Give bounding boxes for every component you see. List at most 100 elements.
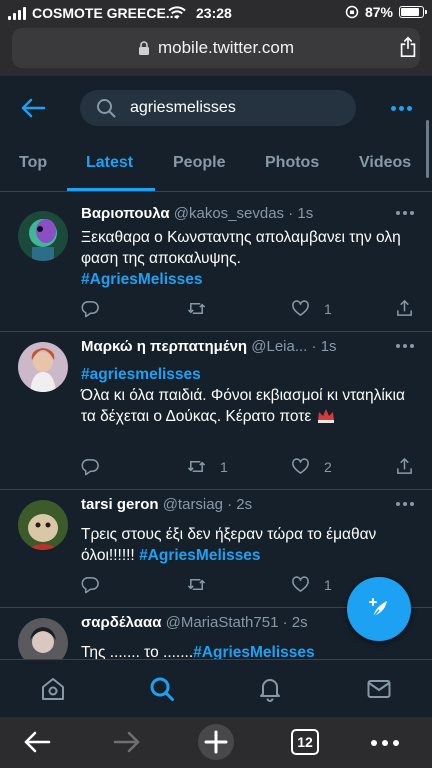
crown-emoji-icon	[317, 409, 334, 423]
share-tweet-icon	[397, 299, 412, 316]
browser-back-icon[interactable]	[22, 727, 52, 757]
avatar[interactable]	[18, 500, 68, 550]
home-icon[interactable]	[40, 676, 66, 702]
tweet-body: Ξεκαθαρα ο Κωνσταντης απολαμβανει την ολ…	[81, 229, 401, 267]
share-tweet-icon	[397, 457, 412, 474]
author-name[interactable]: σαρδέλααα	[81, 614, 161, 631]
tweet-time: · 2s	[227, 496, 253, 513]
tab-top[interactable]: Top	[19, 140, 47, 192]
reply-button[interactable]	[81, 299, 114, 318]
retweet-button[interactable]	[187, 299, 220, 318]
explore-search-icon[interactable]	[149, 676, 175, 702]
url-text: mobile.twitter.com	[157, 38, 295, 57]
like-count: 1	[324, 300, 332, 317]
new-tab-plus-icon[interactable]	[196, 723, 236, 761]
tabs-count-button[interactable]: 12	[291, 729, 319, 755]
tweet-text: Της ....... το .......#AgriesMelisses	[81, 642, 416, 659]
author-name[interactable]: tarsi geron	[81, 496, 159, 513]
author-name[interactable]: Βαριοπουλα	[81, 205, 170, 222]
active-tab-indicator	[67, 188, 155, 191]
like-button[interactable]: 2	[291, 457, 332, 476]
more-options-icon[interactable]	[391, 106, 412, 111]
like-count: 2	[324, 458, 332, 475]
browser-forward-icon[interactable]	[112, 727, 142, 757]
tweet-time: · 2s	[282, 614, 308, 631]
compose-tweet-button[interactable]	[347, 577, 411, 641]
tweet-body: Της ....... το .......	[81, 644, 194, 659]
hashtag-link[interactable]: #AgriesMelisses	[81, 271, 203, 288]
share-tweet-button[interactable]	[395, 299, 414, 318]
hashtag-link[interactable]: #agriesmelisses	[81, 366, 201, 383]
heart-icon	[292, 576, 309, 592]
reply-button[interactable]	[81, 457, 114, 476]
hashtag-link[interactable]: #AgriesMelisses	[139, 547, 261, 564]
retweet-icon	[187, 460, 206, 473]
battery-percent: 87%	[364, 4, 393, 20]
avatar[interactable]	[18, 211, 68, 261]
author-handle: @kakos_sevdas	[173, 205, 285, 222]
share-icon[interactable]	[398, 36, 418, 58]
tweet-item[interactable]: Βαριοπουλα @kakos_sevdas · 1s Ξεκαθαρα ο…	[0, 199, 432, 332]
tab-photos[interactable]: Photos	[265, 140, 319, 192]
reply-button[interactable]	[81, 575, 114, 594]
like-button[interactable]: 1	[291, 575, 332, 594]
tab-videos[interactable]: Videos	[359, 140, 411, 192]
tweet-header: tarsi geron @tarsiag · 2s	[81, 496, 381, 513]
author-handle: @MariaStath751	[165, 614, 279, 631]
status-bar: COSMOTE GREECE... 23:28 87%	[0, 0, 432, 26]
tweet-body: Όλα κι όλα παιδιά. Φόνοι εκβιασμοί κι ντ…	[81, 387, 405, 425]
status-left: COSMOTE GREECE...	[8, 5, 177, 21]
tweet-text: Τρεις στους έξι δεν ήξεραν τώρα το έμαθα…	[81, 524, 416, 566]
tweet-time: · 1s	[288, 205, 314, 222]
address-bar[interactable]: mobile.twitter.com	[12, 28, 420, 68]
back-arrow-icon[interactable]	[20, 96, 46, 120]
tab-latest[interactable]: Latest	[86, 140, 133, 192]
like-button[interactable]: 1	[291, 299, 332, 318]
search-input[interactable]: agriesmelisses	[80, 90, 356, 126]
tweet-header: Μαρκώ η περπατημένη @Leia... · 1s	[81, 338, 366, 355]
share-tweet-button[interactable]	[395, 457, 414, 476]
reply-icon	[81, 577, 99, 594]
notifications-bell-icon[interactable]	[257, 676, 283, 702]
status-right: 87%	[345, 4, 427, 20]
author-handle: @Leia...	[251, 338, 308, 355]
retweet-count: 1	[220, 458, 228, 475]
tweet-menu-icon[interactable]	[396, 344, 414, 348]
retweet-icon	[187, 578, 206, 591]
bottom-navigation	[0, 659, 432, 717]
retweet-button[interactable]	[187, 575, 220, 594]
scrollbar[interactable]	[426, 120, 429, 178]
avatar[interactable]	[18, 618, 68, 659]
tweet-header: σαρδέλααα @MariaStath751 · 2s	[81, 614, 381, 631]
messages-mail-icon[interactable]	[366, 676, 392, 702]
search-header: agriesmelisses	[0, 76, 432, 140]
rotation-lock-icon	[345, 5, 359, 19]
clock: 23:28	[196, 5, 232, 21]
tweet-time: · 1s	[311, 338, 337, 355]
heart-icon	[292, 458, 309, 474]
feather-plus-icon	[369, 598, 387, 618]
tab-people[interactable]: People	[173, 140, 225, 192]
hashtag-link[interactable]: #AgriesMelisses	[193, 644, 315, 659]
carrier-label: COSMOTE GREECE...	[32, 5, 178, 21]
author-name[interactable]: Μαρκώ η περπατημένη	[81, 338, 247, 355]
battery-icon	[399, 6, 427, 18]
tweet-item[interactable]: Μαρκώ η περπατημένη @Leia... · 1s #agrie…	[0, 332, 432, 490]
search-query: agriesmelisses	[130, 99, 236, 116]
lock-icon	[138, 40, 149, 55]
browser-address-area: mobile.twitter.com	[0, 26, 432, 76]
heart-icon	[292, 300, 309, 316]
retweet-icon	[187, 302, 206, 315]
avatar[interactable]	[18, 342, 68, 392]
author-handle: @tarsiag	[162, 496, 223, 513]
browser-menu-icon[interactable]	[371, 740, 399, 746]
signal-icon	[8, 6, 26, 20]
tweet-menu-icon[interactable]	[396, 502, 414, 506]
tweet-header: Βαριοπουλα @kakos_sevdas · 1s	[81, 205, 381, 222]
like-count: 1	[324, 576, 332, 593]
search-icon	[97, 99, 116, 118]
retweet-button[interactable]: 1	[187, 457, 228, 476]
tweet-actions: 1 2	[81, 457, 416, 481]
tweet-menu-icon[interactable]	[396, 211, 414, 215]
wifi-icon	[168, 6, 186, 19]
